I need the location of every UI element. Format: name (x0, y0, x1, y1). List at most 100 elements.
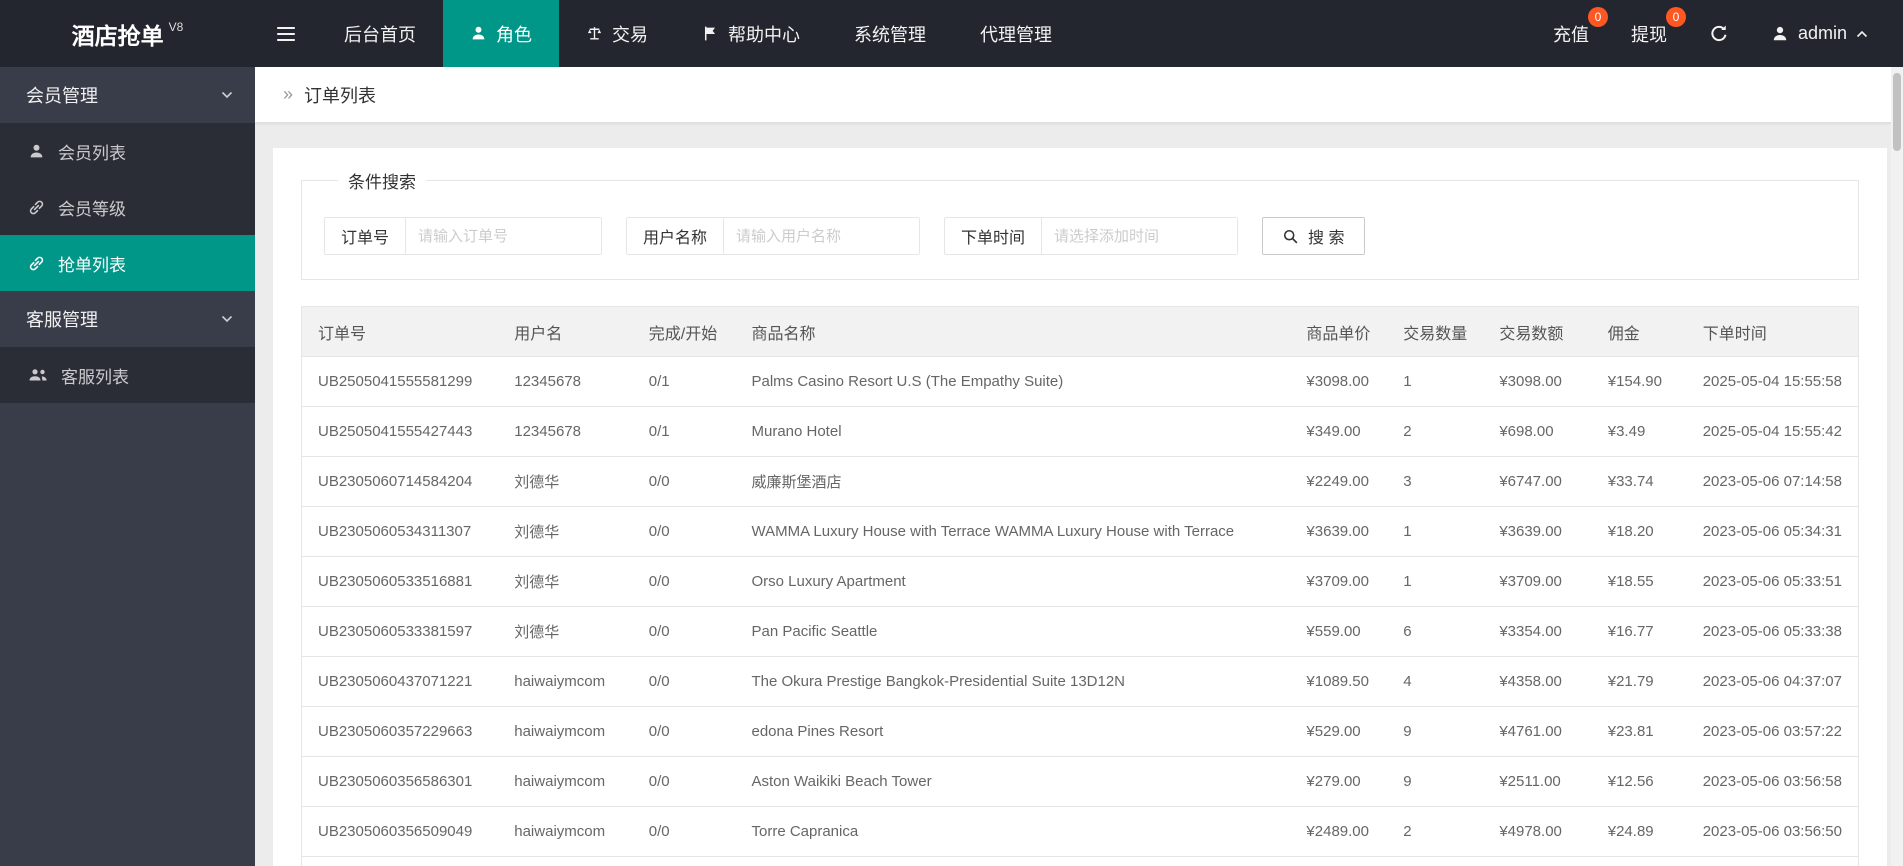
table-row: UB2305060356509049 haiwaiymcom 0/0 Torre Ca… (301, 806, 1859, 857)
table-cell: ¥16.77 (1591, 606, 1687, 657)
table-cell: 刘德华 (498, 456, 633, 507)
table-cell: ¥4978.00 (1483, 806, 1592, 857)
table-cell: 0/0 (632, 656, 736, 707)
sidebar-section-member-header[interactable]: 会员管理 (0, 67, 255, 123)
sidebar-item-member-list[interactable]: 会员列表 (0, 123, 255, 179)
chevron-down-icon (221, 91, 233, 99)
table-cell: 2023-05-06 05:34:31 (1686, 506, 1859, 557)
breadcrumb: » 订单列表 (255, 67, 1903, 122)
table-cell: ¥4358.00 (1483, 656, 1592, 707)
header-spacer (1079, 0, 1532, 67)
table-cell: ¥21.79 (1591, 656, 1687, 707)
table-cell: ¥349.00 (1290, 406, 1388, 457)
table-cell: 9 (1387, 706, 1484, 757)
user-menu[interactable]: admin (1750, 0, 1889, 67)
chevron-up-icon (1856, 30, 1868, 38)
recharge-button[interactable]: 充值 0 (1532, 0, 1610, 67)
table-cell: ¥3709.00 (1483, 556, 1592, 607)
table-cell: ¥154.90 (1591, 356, 1687, 407)
sidebar-item-service-list[interactable]: 客服列表 (0, 347, 255, 403)
table-cell: 0/0 (632, 606, 736, 657)
table-row: UB2305060534311307 刘德华 0/0 WAMMA Luxury Hou… (301, 506, 1859, 557)
flag-icon (702, 25, 719, 42)
table-cell: ¥1089.50 (1290, 656, 1388, 707)
table-cell: 2 (1387, 406, 1484, 457)
main-layout: 会员管理 会员列表 会员等级 抢单列表 客服管理 客服列表 » 订单列表 条件搜… (0, 67, 1903, 866)
table-cell: ¥39.11 (1591, 856, 1687, 866)
table-cell: edona Pines Resort (735, 706, 1291, 757)
table-column-header: 订单号 (301, 306, 499, 357)
nav-item-system-management[interactable]: 系统管理 (827, 0, 953, 67)
table-cell: 3 (1387, 456, 1484, 507)
username-label: 用户名称 (627, 218, 725, 254)
recharge-badge: 0 (1587, 7, 1608, 27)
top-nav: 后台首页 角色 交易 帮助中心 系统管理 代理管理 (317, 0, 1079, 67)
order-no-input[interactable] (406, 218, 602, 254)
nav-item-role[interactable]: 角色 (443, 0, 559, 67)
table-cell: 2023-05-06 05:33:38 (1686, 606, 1859, 657)
order-no-group: 订单号 (324, 217, 603, 255)
table-row: UB2305060357229663 haiwaiymcom 0/0 edona Pi… (301, 706, 1859, 757)
table-column-header: 交易数额 (1483, 306, 1592, 357)
order-time-label: 下单时间 (945, 218, 1043, 254)
order-no-label: 订单号 (325, 218, 407, 254)
table-cell: 0/0 (632, 556, 736, 607)
chevron-down-icon (221, 315, 233, 323)
nav-item-trade[interactable]: 交易 (559, 0, 675, 67)
table-cell: 0/0 (632, 806, 736, 857)
table-row: UB2305060356586301 haiwaiymcom 0/0 Aston Wa… (301, 756, 1859, 807)
withdraw-button[interactable]: 提现 0 (1610, 0, 1688, 67)
search-fieldset: 条件搜索 订单号 用户名称 下单时间 (301, 168, 1859, 280)
withdraw-badge: 0 (1665, 7, 1686, 27)
brand-version: V8 (168, 19, 184, 34)
table-cell: 0/0 (632, 706, 736, 757)
table-cell: ¥18.20 (1591, 506, 1687, 557)
table-cell: 12345678 (498, 356, 633, 407)
sidebar-section-service-header[interactable]: 客服管理 (0, 291, 255, 347)
order-time-group: 下单时间 (944, 217, 1239, 255)
sidebar-section-member-children: 会员列表 会员等级 抢单列表 (0, 123, 255, 291)
table-cell: Palms Casino Resort U.S (The Empathy Sui… (735, 356, 1291, 407)
scrollbar[interactable] (1891, 67, 1903, 866)
sidebar-item-label: 会员等级 (58, 199, 126, 219)
table-cell: ¥33.74 (1591, 456, 1687, 507)
search-form: 订单号 用户名称 下单时间 搜 索 (324, 217, 1836, 255)
order-time-input[interactable] (1042, 218, 1238, 254)
nav-item-dashboard[interactable]: 后台首页 (317, 0, 443, 67)
username-input[interactable] (724, 218, 920, 254)
table-cell: UB2505041555581299 (301, 356, 499, 407)
sidebar-section-service-children: 客服列表 (0, 347, 255, 403)
sidebar-toggle-button[interactable] (255, 0, 317, 67)
sidebar-section-label: 会员管理 (26, 86, 98, 106)
table-cell: 1 (1387, 356, 1484, 407)
table-cell: 0/0 (632, 506, 736, 557)
table-column-header: 下单时间 (1686, 306, 1859, 357)
user-avatar-icon (1771, 25, 1789, 43)
scrollbar-thumb[interactable] (1893, 73, 1901, 151)
nav-item-help-center[interactable]: 帮助中心 (675, 0, 827, 67)
table-row: UB2505041555427443 12345678 0/1 Murano Hote… (301, 406, 1859, 457)
table-cell: ¥3639.00 (1483, 506, 1592, 557)
table-cell: ¥23.81 (1591, 706, 1687, 757)
table-cell: UB2305060437071221 (301, 656, 499, 707)
table-cell: ¥869.00 (1290, 856, 1388, 866)
table-cell: ¥6747.00 (1483, 456, 1592, 507)
table-cell: UB2305060534311307 (301, 506, 499, 557)
sidebar-item-grab-order-list[interactable]: 抢单列表 (0, 235, 255, 291)
table-cell: Orso Luxury Apartment (735, 556, 1291, 607)
sidebar-section-member: 会员管理 会员列表 会员等级 抢单列表 (0, 67, 255, 291)
table-cell: UB2305060533516881 (301, 556, 499, 607)
table-cell: 0/0 (632, 456, 736, 507)
search-legend: 条件搜索 (348, 173, 416, 192)
search-button[interactable]: 搜 索 (1262, 217, 1365, 255)
top-header: 酒店抢单 V8 后台首页 角色 交易 帮助中心 系统管理 代理管理 充值 0 提… (0, 0, 1903, 67)
table-cell: ¥3639.00 (1290, 506, 1388, 557)
brand-logo[interactable]: 酒店抢单 V8 (0, 0, 255, 67)
table-cell: Pan Pacific Seattle (735, 606, 1291, 657)
table-cell: ¥3098.00 (1290, 356, 1388, 407)
table-cell: 9 (1387, 756, 1484, 807)
refresh-button[interactable] (1688, 0, 1750, 67)
table-cell: Lotte Hotel Seattle (735, 856, 1291, 866)
sidebar-item-member-level[interactable]: 会员等级 (0, 179, 255, 235)
nav-item-agent-management[interactable]: 代理管理 (953, 0, 1079, 67)
